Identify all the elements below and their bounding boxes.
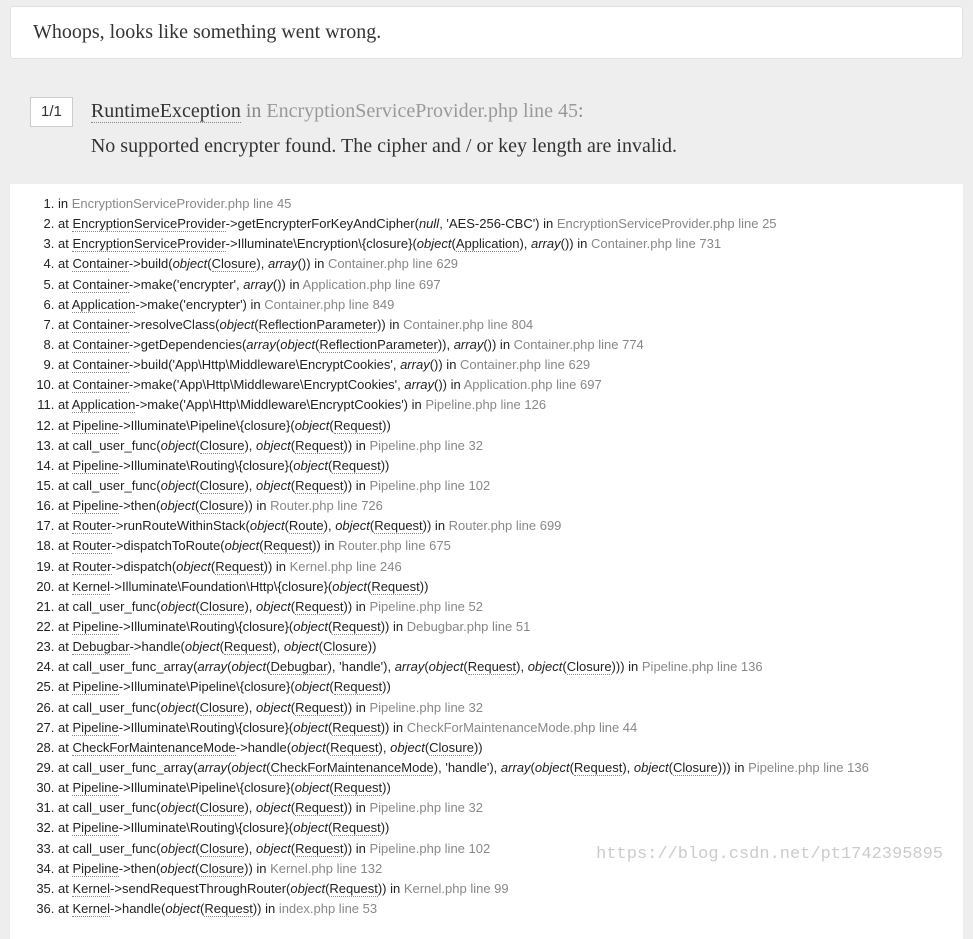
trace-item: at Application->make('encrypter') in Con… xyxy=(58,295,945,315)
whoops-banner: Whoops, looks like something went wrong. xyxy=(10,6,963,59)
trace-item: at call_user_func(object(Closure), objec… xyxy=(58,698,945,718)
trace-item: at Router->dispatch(object(Request)) in … xyxy=(58,557,945,577)
trace-item: at call_user_func(object(Closure), objec… xyxy=(58,597,945,617)
trace-item: at call_user_func(object(Closure), objec… xyxy=(58,839,945,859)
trace-item: at Container->make('encrypter', array())… xyxy=(58,275,945,295)
trace-list: in EncryptionServiceProvider.php line 45… xyxy=(10,194,945,919)
trace-item: at Pipeline->Illuminate\Routing\{closure… xyxy=(58,718,945,738)
trace-item: at Container->getDependencies(array(obje… xyxy=(58,335,945,355)
exception-title: RuntimeException in EncryptionServicePro… xyxy=(91,95,677,127)
trace-item: at Pipeline->Illuminate\Pipeline\{closur… xyxy=(58,416,945,436)
trace-item: at call_user_func_array(array(object(Che… xyxy=(58,758,945,778)
trace-item: at call_user_func(object(Closure), objec… xyxy=(58,436,945,456)
trace-item: at Kernel->Illuminate\Foundation\Http\{c… xyxy=(58,577,945,597)
trace-item: at Container->build(object(Closure), arr… xyxy=(58,254,945,274)
trace-item: at Pipeline->Illuminate\Routing\{closure… xyxy=(58,456,945,476)
trace-item: at Pipeline->Illuminate\Pipeline\{closur… xyxy=(58,677,945,697)
trace-item: in EncryptionServiceProvider.php line 45 xyxy=(58,194,945,214)
trace-item: at Container->build('App\Http\Middleware… xyxy=(58,355,945,375)
trace-item: at Router->dispatchToRoute(object(Reques… xyxy=(58,536,945,556)
exception-counter: 1/1 xyxy=(30,97,73,127)
trace-item: at Kernel->sendRequestThroughRouter(obje… xyxy=(58,879,945,899)
trace-item: at Router->runRouteWithinStack(object(Ro… xyxy=(58,516,945,536)
trace-item: at call_user_func(object(Closure), objec… xyxy=(58,798,945,818)
exception-in-word: in xyxy=(246,100,262,122)
trace-item: at EncryptionServiceProvider->getEncrypt… xyxy=(58,214,945,234)
trace-item: at EncryptionServiceProvider->Illuminate… xyxy=(58,234,945,254)
trace-item: at Debugbar->handle(object(Request), obj… xyxy=(58,637,945,657)
trace-item: at Pipeline->then(object(Closure)) in Ke… xyxy=(58,859,945,879)
trace-item: at Application->make('App\Http\Middlewar… xyxy=(58,395,945,415)
exception-colon: : xyxy=(578,100,584,122)
stack-trace: in EncryptionServiceProvider.php line 45… xyxy=(10,184,963,939)
trace-item: at Kernel->handle(object(Request)) in in… xyxy=(58,899,945,919)
trace-item: at call_user_func_array(array(object(Deb… xyxy=(58,657,945,677)
trace-item: at Container->make('App\Http\Middleware\… xyxy=(58,375,945,395)
trace-item: at CheckForMaintenanceMode->handle(objec… xyxy=(58,738,945,758)
exception-class[interactable]: RuntimeException xyxy=(91,100,241,123)
exception-file[interactable]: EncryptionServiceProvider.php line 45 xyxy=(266,100,578,122)
trace-item: at Container->resolveClass(object(Reflec… xyxy=(58,315,945,335)
exception-block: 1/1 RuntimeException in EncryptionServic… xyxy=(10,77,963,172)
trace-item: at Pipeline->Illuminate\Routing\{closure… xyxy=(58,818,945,838)
trace-item: at Pipeline->then(object(Closure)) in Ro… xyxy=(58,496,945,516)
exception-message: No supported encrypter found. The cipher… xyxy=(91,135,677,158)
exception-header: 1/1 RuntimeException in EncryptionServic… xyxy=(30,95,943,158)
trace-item: at call_user_func(object(Closure), objec… xyxy=(58,476,945,496)
trace-item: at Pipeline->Illuminate\Routing\{closure… xyxy=(58,617,945,637)
whoops-text: Whoops, looks like something went wrong. xyxy=(33,21,381,43)
trace-item: at Pipeline->Illuminate\Pipeline\{closur… xyxy=(58,778,945,798)
